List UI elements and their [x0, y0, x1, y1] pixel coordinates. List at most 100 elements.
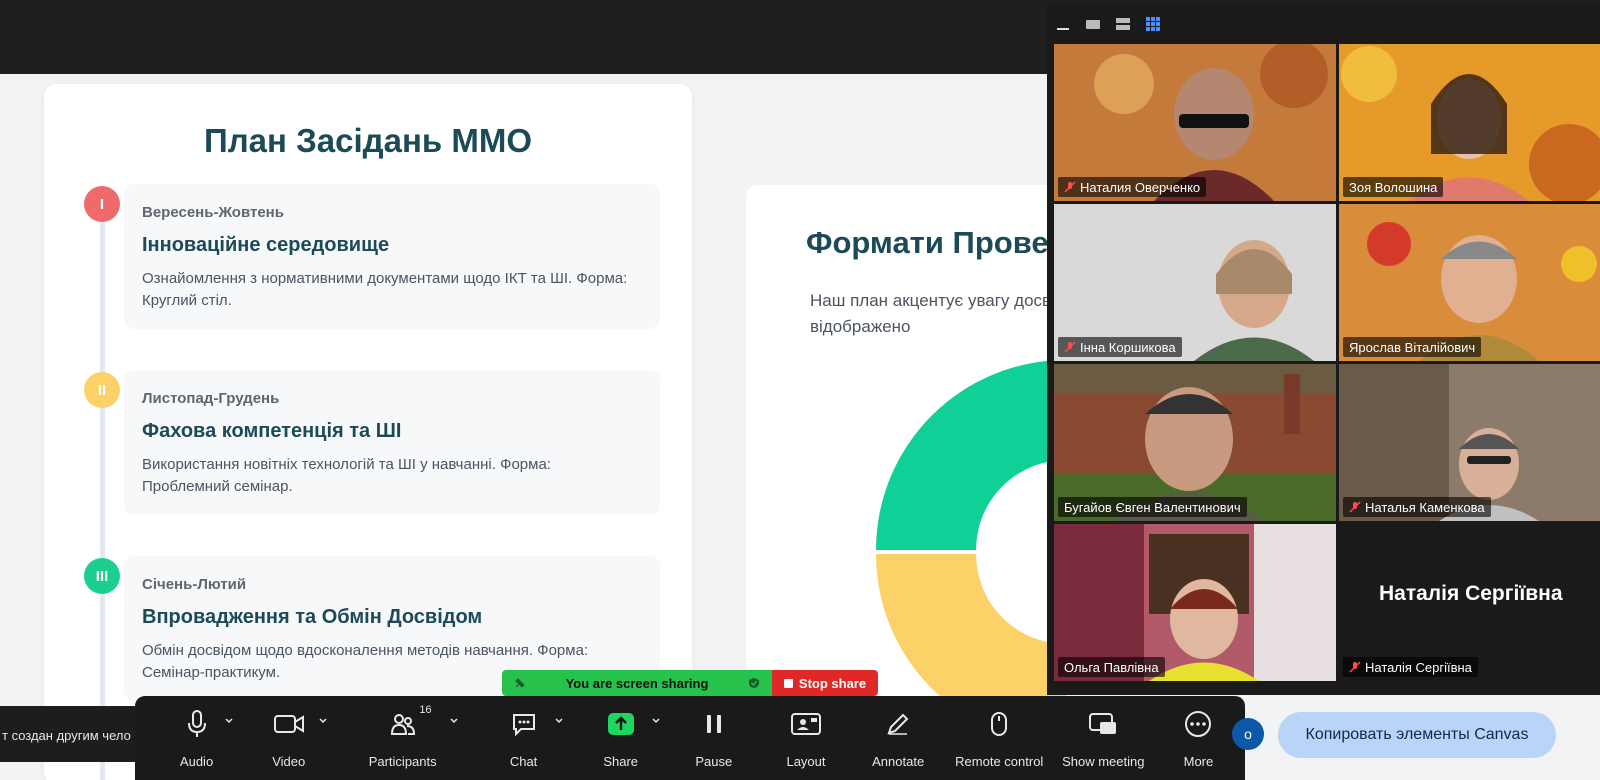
name-tag: Бугайов Євген Валентинович [1058, 497, 1247, 517]
copy-canvas-elements-button[interactable]: Копировать элементы Canvas [1278, 712, 1556, 758]
notification-text: т создан другим чело [0, 706, 142, 762]
mic-muted-icon [1064, 341, 1076, 353]
step-3-marker: III [84, 558, 120, 594]
step-period: Листопад-Грудень [142, 390, 280, 407]
participant-name: Ольга Павлівна [1064, 659, 1159, 675]
step-period: Вересень-Жовтень [142, 204, 284, 221]
chevron-up-icon[interactable] [318, 716, 328, 726]
speaker-view-icon[interactable] [1085, 16, 1101, 32]
chat-button[interactable]: Chat [474, 708, 573, 780]
video-button[interactable]: Video [246, 708, 331, 780]
participant-tile[interactable]: Наталия Оверченко [1054, 44, 1336, 201]
mouse-icon [990, 708, 1008, 740]
video-label: Video [272, 754, 306, 769]
participant-tile[interactable]: Інна Коршикова [1054, 204, 1336, 361]
remote-control-label: Remote control [955, 754, 1044, 769]
step-period: Січень-Лютий [142, 576, 247, 593]
step-heading: Інноваційне середовище [142, 234, 390, 256]
mic-muted-icon [1349, 501, 1361, 513]
chat-label: Chat [509, 754, 538, 769]
participants-label: Participants [368, 754, 437, 769]
donut-segment-green [876, 360, 1066, 550]
pin-icon [515, 678, 525, 688]
screen-sharing-bar: You are screen sharing Stop share [502, 670, 878, 696]
participants-button[interactable]: 16 Participants [331, 704, 474, 780]
step-1-marker: I [84, 186, 120, 222]
chevron-up-icon[interactable] [554, 716, 564, 726]
step-heading: Фахова компетенція та ШІ [142, 420, 402, 442]
annotate-label: Annotate [872, 754, 925, 769]
participant-tile-active[interactable]: Бугайов Євген Валентинович [1054, 364, 1336, 521]
timeline-line [100, 204, 105, 780]
share-label: Share [603, 754, 639, 769]
video-camera-icon [273, 708, 304, 740]
participant-display-name: Наталія Сергіївна [1379, 582, 1563, 605]
participant-name: Наталія Сергіївна [1365, 659, 1472, 675]
pause-share-button[interactable]: Pause [668, 708, 759, 780]
name-tag: Наталья Каменкова [1343, 497, 1491, 517]
remote-control-button[interactable]: Remote control [944, 708, 1055, 780]
annotate-button[interactable]: Annotate [853, 708, 944, 780]
participants-count: 16 [419, 704, 432, 716]
layout-button[interactable]: Layout [759, 708, 852, 780]
mic-muted-icon [1349, 661, 1361, 673]
stop-share-button[interactable]: Stop share [772, 670, 878, 696]
participant-tile[interactable]: Зоя Волошина [1339, 44, 1600, 201]
shield-check-icon [748, 678, 759, 688]
step-heading: Впровадження та Обмін Досвідом [142, 606, 483, 628]
minimize-icon[interactable] [1055, 16, 1071, 32]
stop-share-label: Stop share [798, 675, 867, 691]
participant-name: Наталия Оверченко [1080, 179, 1201, 195]
step-2-marker: II [84, 372, 120, 408]
gallery-view-icon[interactable] [1145, 16, 1161, 32]
round-action-button[interactable]: о [1232, 718, 1264, 750]
sharing-status-text: You are screen sharing [565, 675, 709, 691]
more-label: More [1183, 754, 1214, 769]
participant-tile[interactable]: Ольга Павлівна [1054, 524, 1336, 681]
participant-name: Бугайов Євген Валентинович [1064, 499, 1241, 515]
pause-icon [705, 708, 723, 740]
step-description: Ознайомлення з нормативними документами … [142, 270, 628, 309]
layout-label: Layout [786, 754, 826, 769]
name-tag: Інна Коршикова [1058, 337, 1182, 357]
participant-tile[interactable]: Ярослав Віталійович [1339, 204, 1600, 361]
audio-button[interactable]: Audio [147, 708, 246, 780]
formats-title: Формати Прове [806, 225, 1049, 260]
name-tag: Ольга Павлівна [1058, 657, 1165, 677]
name-tag: Зоя Волошина [1343, 177, 1444, 197]
participant-tile-camera-off[interactable]: Наталія Сергіївна Наталія Сергіївна [1339, 524, 1600, 681]
show-meeting-icon [1088, 708, 1118, 740]
chat-icon [511, 708, 537, 740]
show-meeting-label: Show meeting [1062, 754, 1145, 769]
participant-tile[interactable]: Наталья Каменкова [1339, 364, 1600, 521]
mic-muted-icon [1064, 181, 1076, 193]
strip-view-icon[interactable] [1115, 16, 1131, 32]
name-tag: Наталия Оверченко [1058, 177, 1207, 197]
step-description: Використання новітніх технологій та ШІ у… [142, 456, 551, 495]
more-button[interactable]: More [1152, 708, 1245, 780]
step-2-card: Листопад-Грудень Фахова компетенція та Ш… [124, 370, 660, 515]
name-tag: Ярослав Віталійович [1343, 337, 1482, 357]
chevron-up-icon[interactable] [449, 716, 459, 726]
layout-icon [791, 708, 821, 740]
gallery-toolbar [1047, 5, 1600, 43]
more-icon [1184, 708, 1212, 740]
chevron-up-icon[interactable] [224, 716, 234, 726]
participant-name: Наталья Каменкова [1365, 499, 1485, 515]
chevron-up-icon[interactable] [651, 716, 661, 726]
audio-label: Audio [179, 754, 214, 769]
meeting-toolbar: Audio Video 16 Participants Chat Share P… [135, 696, 1245, 780]
participant-name: Зоя Волошина [1349, 179, 1438, 195]
donut-segment-yellow [876, 554, 1066, 700]
step-1-card: Вересень-Жовтень Інноваційне середовище … [124, 184, 660, 329]
pencil-icon [886, 708, 910, 740]
sharing-status[interactable]: You are screen sharing [502, 670, 772, 696]
share-screen-icon [607, 708, 635, 740]
video-gallery-panel: Наталия Оверченко Зоя Волошина Інна Корш… [1047, 5, 1600, 695]
name-tag: Наталія Сергіївна [1343, 657, 1478, 677]
share-button[interactable]: Share [573, 708, 668, 780]
formats-text: Наш план акцентує увагу досвідом, що від… [810, 291, 1066, 336]
show-meeting-button[interactable]: Show meeting [1055, 708, 1152, 780]
pause-label: Pause [695, 754, 733, 769]
participant-name: Ярослав Віталійович [1349, 339, 1476, 355]
